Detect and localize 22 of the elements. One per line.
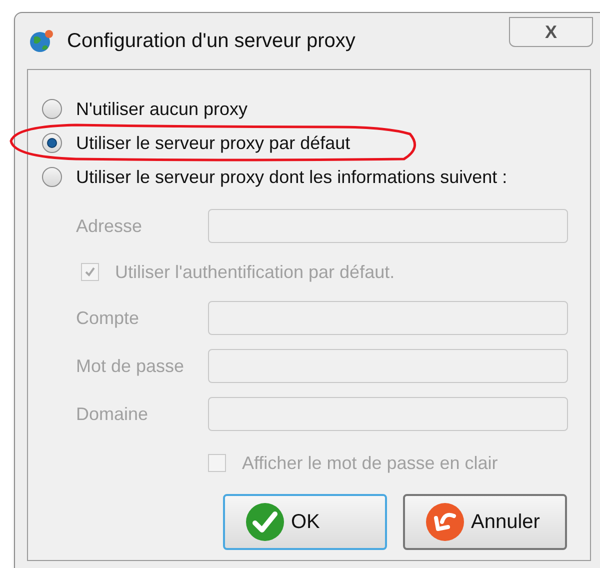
- radio-option[interactable]: Utiliser le serveur proxy par défaut: [28, 126, 590, 160]
- field-label: Mot de passe: [76, 354, 186, 378]
- globe-icon: [29, 29, 55, 53]
- window-title: Configuration d'un serveur proxy: [67, 29, 356, 54]
- radio-button[interactable]: [42, 167, 62, 187]
- radio-label: Utiliser le serveur proxy dont les informations suivent :: [76, 166, 508, 189]
- field-label: Adresse: [76, 214, 144, 238]
- checkmark-icon: [84, 266, 96, 278]
- radio-button[interactable]: [42, 99, 62, 119]
- radio-option[interactable]: N'utiliser aucun proxy: [28, 92, 590, 126]
- checkbox-label: Utiliser l'authentification par défaut.: [115, 260, 395, 284]
- radio-button[interactable]: [42, 133, 62, 153]
- radio-label: Utiliser le serveur proxy par défaut: [76, 132, 350, 155]
- close-button[interactable]: X: [509, 17, 593, 47]
- ok-button[interactable]: OK: [223, 494, 387, 550]
- field-label: Domaine: [76, 402, 150, 426]
- cancel-button[interactable]: Annuler: [403, 494, 567, 550]
- checkbox-label: Afficher le mot de passe en clair: [242, 452, 498, 475]
- field-label: Compte: [76, 306, 140, 330]
- radio-label: N'utiliser aucun proxy: [76, 98, 248, 121]
- checkmark-icon: [245, 502, 285, 542]
- radio-option[interactable]: Utiliser le serveur proxy dont les informations suivent :: [28, 160, 590, 194]
